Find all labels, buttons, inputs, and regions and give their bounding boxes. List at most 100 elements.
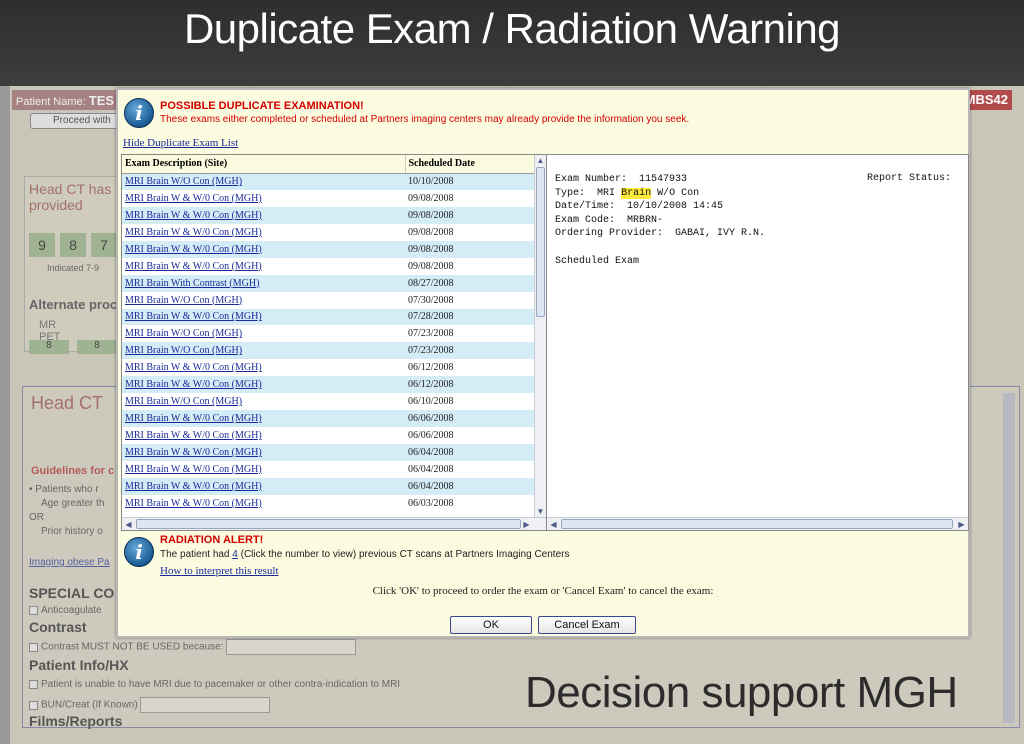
exam-description-link[interactable]: MRI Brain W/O Con (MGH) [122, 393, 405, 410]
duplicate-title: POSSIBLE DUPLICATE EXAMINATION! [160, 100, 364, 112]
exam-list-vscrollbar[interactable]: ▲ ▼ [534, 155, 546, 517]
type-label: Type: [555, 187, 586, 199]
exam-date: 09/08/2008 [408, 192, 454, 204]
table-row[interactable]: MRI Brain W & W/0 Con (MGH) 09/08/2008 [122, 240, 534, 258]
exam-description-link[interactable]: MRI Brain W & W/0 Con (MGH) [122, 427, 405, 444]
table-row[interactable]: MRI Brain W & W/0 Con (MGH) 09/08/2008 [122, 206, 534, 224]
bun-option[interactable]: BUN/Creat (If Known) [29, 697, 271, 713]
exam-description-link[interactable]: MRI Brain W/O Con (MGH) [122, 292, 405, 309]
exam-description-link[interactable]: MRI Brain W & W/0 Con (MGH) [122, 495, 405, 512]
table-row[interactable]: MRI Brain W & W/0 Con (MGH) 06/06/2008 [122, 410, 534, 428]
exam-date: 06/12/2008 [405, 376, 534, 394]
table-row[interactable]: MRI Brain W & W/0 Con (MGH) 06/12/2008 [122, 376, 534, 394]
info-icon: i [124, 98, 154, 128]
ct-count-link[interactable]: 4 [232, 549, 238, 560]
form-scrollbar[interactable] [1003, 393, 1015, 723]
exam-description-link[interactable]: MRI Brain W & W/0 Con (MGH) [122, 308, 405, 326]
exam-description-link[interactable]: MRI Brain W/O Con (MGH) [122, 173, 405, 190]
table-row[interactable]: MRI Brain W & W/0 Con (MGH) 09/08/2008 [122, 190, 534, 207]
exam-date: 06/04/2008 [405, 444, 534, 461]
contrast-reason-field[interactable] [226, 639, 357, 655]
exam-description-link[interactable]: MRI Brain W & W/0 Con (MGH) [122, 477, 405, 495]
exam-description-link[interactable]: MRI Brain W & W/0 Con (MGH) [122, 240, 405, 258]
table-row[interactable]: MRI Brain W & W/0 Con (MGH) 06/04/2008 [122, 477, 534, 495]
exam-date: 07/23/2008 [408, 328, 454, 340]
table-row[interactable]: MRI Brain W & W/0 Con (MGH) 06/04/2008 [122, 461, 534, 478]
alternate-label: Alternate proc [29, 297, 118, 312]
scroll-right-icon[interactable]: ▶ [956, 519, 967, 530]
exam-description-link[interactable]: MRI Brain W & W/0 Con (MGH) [122, 376, 405, 394]
exam-date: 06/06/2008 [405, 410, 534, 428]
scroll-left-icon[interactable]: ◀ [548, 519, 559, 530]
exam-description-link[interactable]: MRI Brain W & W/0 Con (MGH) [122, 224, 405, 241]
contrast-option[interactable]: Contrast MUST NOT BE USED because: [29, 639, 357, 655]
scroll-right-icon[interactable]: ▶ [521, 519, 532, 530]
exam-description-link[interactable]: MRI Brain W & W/0 Con (MGH) [122, 410, 405, 428]
duplicate-exam-dialog: i POSSIBLE DUPLICATE EXAMINATION! These … [116, 88, 970, 638]
table-row[interactable]: MRI Brain W & W/0 Con (MGH) 06/06/2008 [122, 427, 534, 444]
table-row[interactable]: MRI Brain W/O Con (MGH) 07/30/2008 [122, 292, 534, 309]
datetime-label: Date/Time: [555, 201, 616, 213]
exam-date: 09/08/2008 [408, 226, 454, 238]
table-row[interactable]: MRI Brain W & W/0 Con (MGH) 07/28/2008 [122, 308, 534, 326]
duplicate-subtitle: These exams either completed or schedule… [160, 114, 690, 125]
table-row[interactable]: MRI Brain W & W/0 Con (MGH) 09/08/2008 [122, 258, 534, 275]
table-row[interactable]: MRI Brain W & W/0 Con (MGH) 06/04/2008 [122, 444, 534, 461]
table-row[interactable]: MRI Brain W & W/0 Con (MGH) 06/12/2008 [122, 359, 534, 376]
alt-score: 8 [77, 340, 117, 354]
exam-date: 07/28/2008 [405, 308, 534, 326]
ok-button[interactable]: OK [450, 616, 532, 634]
scroll-up-icon[interactable]: ▲ [535, 155, 546, 166]
exam-description-link[interactable]: MRI Brain W/O Con (MGH) [122, 342, 405, 360]
bun-field[interactable] [140, 697, 271, 713]
exam-description-link[interactable]: MRI Brain W & W/0 Con (MGH) [122, 206, 405, 224]
exam-description-link[interactable]: MRI Brain W & W/0 Con (MGH) [122, 359, 405, 376]
report-hscrollbar[interactable]: ◀ ▶ [547, 517, 968, 530]
exam-description-link[interactable]: MRI Brain With Contrast (MGH) [122, 274, 405, 292]
radiation-prefix: The patient had [160, 549, 230, 560]
datetime: 10/10/2008 14:45 [627, 201, 724, 213]
scroll-thumb[interactable] [136, 519, 521, 529]
checkbox[interactable] [29, 679, 38, 689]
exam-date: 06/04/2008 [408, 463, 454, 475]
checkbox[interactable] [29, 700, 38, 710]
contrast-section: Contrast [29, 619, 87, 635]
scroll-down-icon[interactable]: ▼ [535, 506, 546, 517]
alt-modality: MR [39, 319, 57, 331]
exam-list-hscrollbar[interactable]: ◀ ▶ [122, 517, 546, 530]
checkbox[interactable] [29, 642, 38, 652]
checkbox[interactable] [29, 605, 38, 615]
exam-description-link[interactable]: MRI Brain W & W/0 Con (MGH) [122, 461, 405, 478]
exam-date: 06/10/2008 [408, 396, 454, 408]
col-header-date[interactable]: Scheduled Date [404, 155, 534, 174]
scroll-thumb[interactable] [536, 167, 545, 317]
exam-date: 06/04/2008 [405, 477, 534, 495]
report-text: Exam Number: 11547933 Type: MRI Brain W/… [555, 173, 765, 268]
table-row[interactable]: MRI Brain W/O Con (MGH) 06/10/2008 [122, 393, 534, 410]
col-header-description[interactable]: Exam Description (Site) [122, 155, 405, 174]
table-row[interactable]: MRI Brain W & W/0 Con (MGH) 06/03/2008 [122, 495, 534, 512]
table-row[interactable]: MRI Brain W/O Con (MGH) 10/10/2008 [122, 173, 534, 190]
anticoag-option[interactable]: Anticoagulate [29, 605, 102, 616]
exam-description-link[interactable]: MRI Brain W & W/0 Con (MGH) [122, 258, 405, 275]
or-label: OR [29, 512, 44, 523]
special-label: SPECIAL CO [29, 585, 115, 601]
report-status-label: Report Status: [867, 173, 952, 184]
scroll-left-icon[interactable]: ◀ [123, 519, 134, 530]
table-row[interactable]: MRI Brain W/O Con (MGH) 07/23/2008 [122, 325, 534, 342]
exam-description-link[interactable]: MRI Brain W & W/0 Con (MGH) [122, 444, 405, 461]
mri-option[interactable]: Patient is unable to have MRI due to pac… [29, 679, 400, 690]
table-row[interactable]: MRI Brain W/O Con (MGH) 07/23/2008 [122, 342, 534, 360]
table-row[interactable]: MRI Brain With Contrast (MGH) 08/27/2008 [122, 274, 534, 292]
exam-description-link[interactable]: MRI Brain W/O Con (MGH) [122, 325, 405, 342]
table-row[interactable]: MRI Brain W & W/0 Con (MGH) 09/08/2008 [122, 224, 534, 241]
radiation-alert-text: The patient had 4 (Click the number to v… [160, 549, 569, 560]
patient-label: Patient Name: [16, 96, 86, 108]
type-prefix: MRI [597, 187, 616, 199]
interpret-result-link[interactable]: How to interpret this result [160, 565, 279, 577]
exam-description-link[interactable]: MRI Brain W & W/0 Con (MGH) [122, 190, 405, 207]
imaging-link[interactable]: Imaging obese Pa [29, 557, 110, 568]
cancel-exam-button[interactable]: Cancel Exam [538, 616, 636, 634]
scroll-thumb[interactable] [561, 519, 953, 529]
hide-duplicate-list-link[interactable]: Hide Duplicate Exam List [123, 137, 238, 149]
